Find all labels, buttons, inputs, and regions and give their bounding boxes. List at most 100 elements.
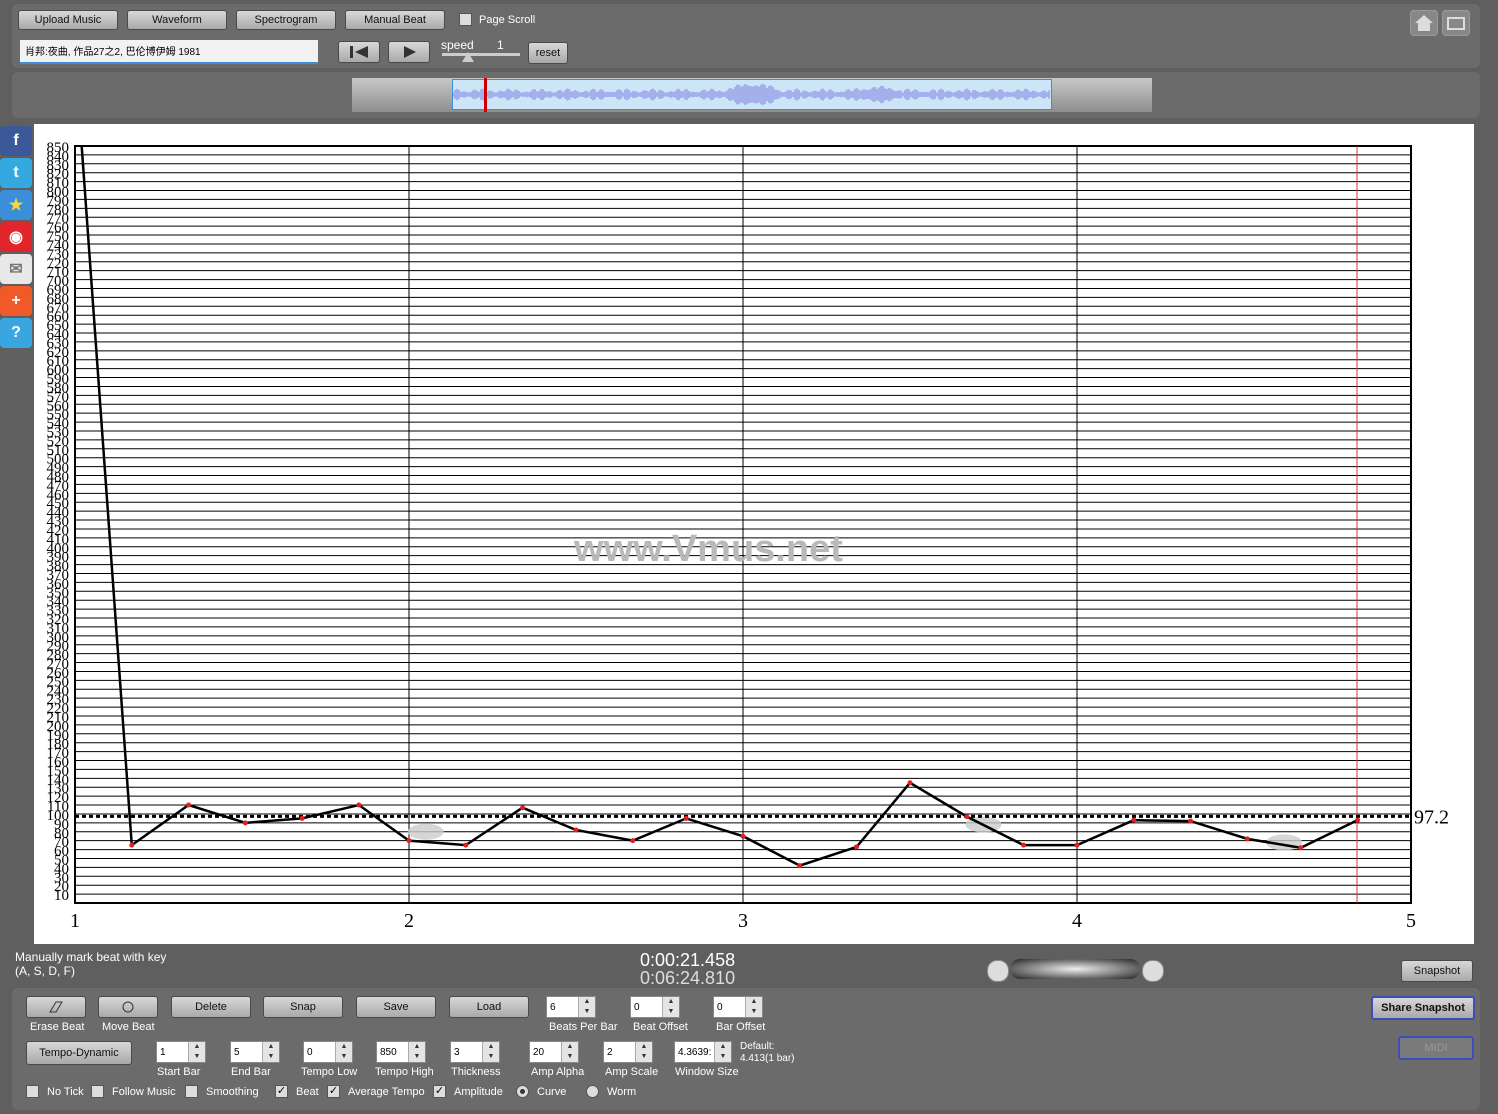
amp-alpha-input[interactable]: 20 ▲ ▼ (529, 1041, 579, 1063)
amp-scale-input[interactable]: 2 ▲ ▼ (603, 1041, 653, 1063)
delete-button[interactable]: Delete (171, 996, 251, 1018)
beat-point (1244, 836, 1250, 842)
y-tick-label: 850 (47, 140, 70, 156)
curve-radio[interactable] (516, 1085, 529, 1098)
rewind-button[interactable] (338, 41, 380, 63)
end-bar-input[interactable]: 5 ▲ ▼ (230, 1041, 280, 1063)
beat-point (683, 815, 689, 821)
beat-point (129, 842, 135, 848)
tempo-high-label: Tempo High (375, 1066, 434, 1078)
beat-point (964, 814, 970, 820)
start-bar-label: Start Bar (157, 1066, 201, 1078)
beat-point (854, 844, 860, 850)
beat-point (573, 827, 579, 833)
snapshot-button[interactable]: Snapshot (1401, 960, 1473, 982)
tempo-high-input[interactable]: 850 ▲ ▼ (376, 1041, 426, 1063)
waveform-button[interactable]: Waveform (127, 10, 227, 30)
beat-point (630, 838, 636, 844)
no-tick-checkbox[interactable] (26, 1085, 39, 1098)
average-tempo-label: Average Tempo (348, 1086, 425, 1098)
no-tick-label: No Tick (47, 1086, 84, 1098)
beats-per-bar-label: Beats Per Bar (549, 1021, 618, 1033)
fullscreen-icon[interactable] (1442, 10, 1470, 36)
help-icon[interactable]: ? (0, 318, 32, 348)
snap-button[interactable]: Snap (263, 996, 343, 1018)
speed-label: speed (441, 38, 474, 52)
bar-offset-input[interactable]: 0 ▲ ▼ (713, 996, 763, 1018)
follow-music-checkbox[interactable] (91, 1085, 104, 1098)
smoothing-checkbox[interactable] (185, 1085, 198, 1098)
erase-beat-button[interactable] (26, 996, 86, 1018)
upload-music-button[interactable]: Upload Music (18, 10, 118, 30)
beat-point (1298, 845, 1304, 851)
add-icon[interactable]: + (0, 286, 32, 316)
x-tick-label: 2 (404, 910, 414, 932)
twitter-icon[interactable]: t (0, 158, 32, 188)
start-bar-input[interactable]: 1 ▲ ▼ (156, 1041, 206, 1063)
worm-radio[interactable] (586, 1085, 599, 1098)
eraser-icon (49, 1001, 63, 1013)
beat-point (1021, 842, 1027, 848)
tempo-low-input[interactable]: 0 ▲ ▼ (303, 1041, 353, 1063)
beat-point (740, 833, 746, 839)
beat-point (1131, 817, 1137, 823)
beat-point (299, 815, 305, 821)
erase-beat-label: Erase Beat (30, 1021, 85, 1033)
facebook-icon[interactable]: f (0, 126, 32, 156)
hand-icon (122, 1001, 134, 1013)
email-icon[interactable]: ✉ (0, 254, 32, 284)
beat-point (463, 842, 469, 848)
window-size-label: Window Size (675, 1066, 739, 1078)
reset-button[interactable]: reset (528, 42, 568, 64)
smoothing-label: Smoothing (206, 1086, 259, 1098)
beat-point (1188, 818, 1194, 824)
amplitude-blob (407, 823, 444, 840)
beat-label: Beat (296, 1086, 319, 1098)
midi-button[interactable]: MIDI (1398, 1036, 1474, 1060)
manual-beat-button[interactable]: Manual Beat (345, 10, 445, 30)
home-icon[interactable] (1410, 10, 1438, 36)
beats-per-bar-input[interactable]: 6 ▲ ▼ (546, 996, 596, 1018)
song-title-field[interactable]: 肖邦:夜曲, 作品27之2, 巴伦博伊姆 1981 (20, 40, 318, 64)
speed-slider-thumb[interactable] (462, 52, 474, 62)
waveform-mini (453, 83, 1050, 106)
move-beat-label: Move Beat (102, 1021, 155, 1033)
speed-slider[interactable] (442, 53, 520, 56)
star-icon[interactable]: ★ (0, 190, 32, 220)
play-button[interactable] (388, 41, 430, 63)
curve-label: Curve (537, 1086, 567, 1098)
page-scroll-checkbox[interactable] (459, 13, 472, 26)
save-button[interactable]: Save (356, 996, 436, 1018)
bar-offset-label: Bar Offset (716, 1021, 766, 1033)
load-button[interactable]: Load (449, 996, 529, 1018)
overview-window[interactable] (452, 79, 1052, 110)
waveform-zoom-icon[interactable] (987, 960, 1009, 982)
zoom-slider[interactable] (1010, 959, 1140, 979)
beat-offset-input[interactable]: 0 ▲ ▼ (630, 996, 680, 1018)
share-snapshot-button[interactable]: Share Snapshot (1371, 996, 1475, 1020)
default-label: Default: (740, 1041, 775, 1052)
move-beat-button[interactable] (98, 996, 158, 1018)
chart-area[interactable]: 10 20 30 40 50 60 70 80 90 100 110 120 130 140 150 160 1… (34, 124, 1474, 944)
tempo-dynamic-button[interactable]: Tempo-Dynamic (26, 1041, 132, 1065)
speed-value: 1 (497, 38, 504, 52)
amplitude-zoom-icon[interactable] (1142, 960, 1164, 982)
beat-point (356, 802, 362, 808)
beat-point (1355, 817, 1361, 823)
weibo-icon[interactable]: ◉ (0, 222, 32, 252)
x-tick-label: 4 (1072, 910, 1082, 932)
skip-back-icon (350, 46, 368, 58)
average-tempo-checkbox[interactable]: ✓ (327, 1085, 340, 1098)
play-icon (404, 46, 416, 58)
playhead-marker[interactable] (484, 78, 487, 112)
window-size-input[interactable]: 4.3639: ▲ ▼ (674, 1041, 732, 1063)
thickness-input[interactable]: 3 ▲ ▼ (450, 1041, 500, 1063)
amplitude-label: Amplitude (454, 1086, 503, 1098)
amplitude-checkbox[interactable]: ✓ (433, 1085, 446, 1098)
beat-point (907, 780, 913, 786)
watermark: www.Vmus.net (574, 528, 843, 570)
beat-checkbox[interactable]: ✓ (275, 1085, 288, 1098)
hint-line-2: (A, S, D, F) (15, 964, 75, 978)
amp-scale-label: Amp Scale (605, 1066, 659, 1078)
spectrogram-button[interactable]: Spectrogram (236, 10, 336, 30)
